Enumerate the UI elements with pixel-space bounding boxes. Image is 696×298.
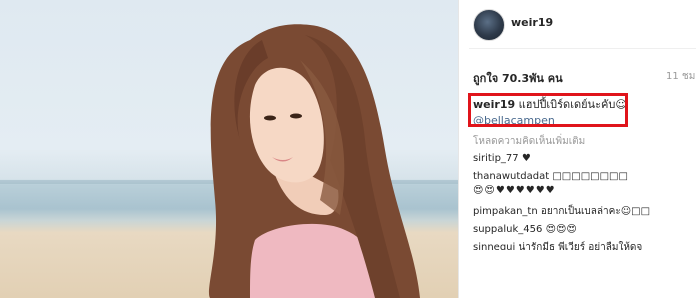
comment-item: suppaluk_456 😍😍😍 — [473, 223, 693, 237]
comment-text: อยากเป็นเบลล่าคะ☺□□ — [540, 206, 651, 217]
comment-text: ♥ — [521, 153, 531, 164]
post-sidebar: weir19 ถูกใจ 70.3พัน คน 11 ชม. weir19 แฮ… — [459, 0, 696, 298]
post-photo — [0, 0, 458, 298]
comment-text-continued: 😍😍♥♥♥♥♥♥ — [473, 185, 556, 196]
comment-username[interactable]: suppaluk_456 — [473, 224, 542, 235]
post-time[interactable]: 11 ชม. — [666, 69, 696, 84]
comment-username[interactable]: pimpakan_tn — [473, 206, 538, 217]
comment-item: siritip_77 ♥ — [473, 152, 693, 166]
comment-item: pimpakan_tn อยากเป็นเบลล่าคะ☺□□ — [473, 205, 693, 219]
comment-username[interactable]: thanawutdadat — [473, 171, 549, 182]
likes-count[interactable]: ถูกใจ 70.3พัน คน — [473, 69, 563, 87]
comment-item: sinnegui น่ารักมีธ พี่เวียร์ อย่าลืมให้ด… — [473, 241, 693, 250]
portrait-illustration — [0, 24, 458, 298]
post-author-username[interactable]: weir19 — [511, 16, 553, 29]
load-more-comments-link[interactable]: โหลดความคิดเห็นเพิ่มเติม — [473, 134, 585, 149]
comment-username[interactable]: sinnegui — [473, 242, 515, 250]
comment-text: 😍😍😍 — [545, 224, 577, 235]
avatar[interactable] — [473, 9, 505, 41]
header-divider — [469, 48, 696, 49]
comment-text: □□□□□□□□ — [552, 171, 628, 182]
comment-username[interactable]: siritip_77 — [473, 153, 519, 164]
highlight-box — [468, 93, 628, 127]
comment-item: thanawutdadat □□□□□□□□ — [473, 170, 693, 184]
comment-text: น่ารักมีธ พี่เวียร์ อย่าลืมให้ดูจ — [518, 242, 643, 250]
